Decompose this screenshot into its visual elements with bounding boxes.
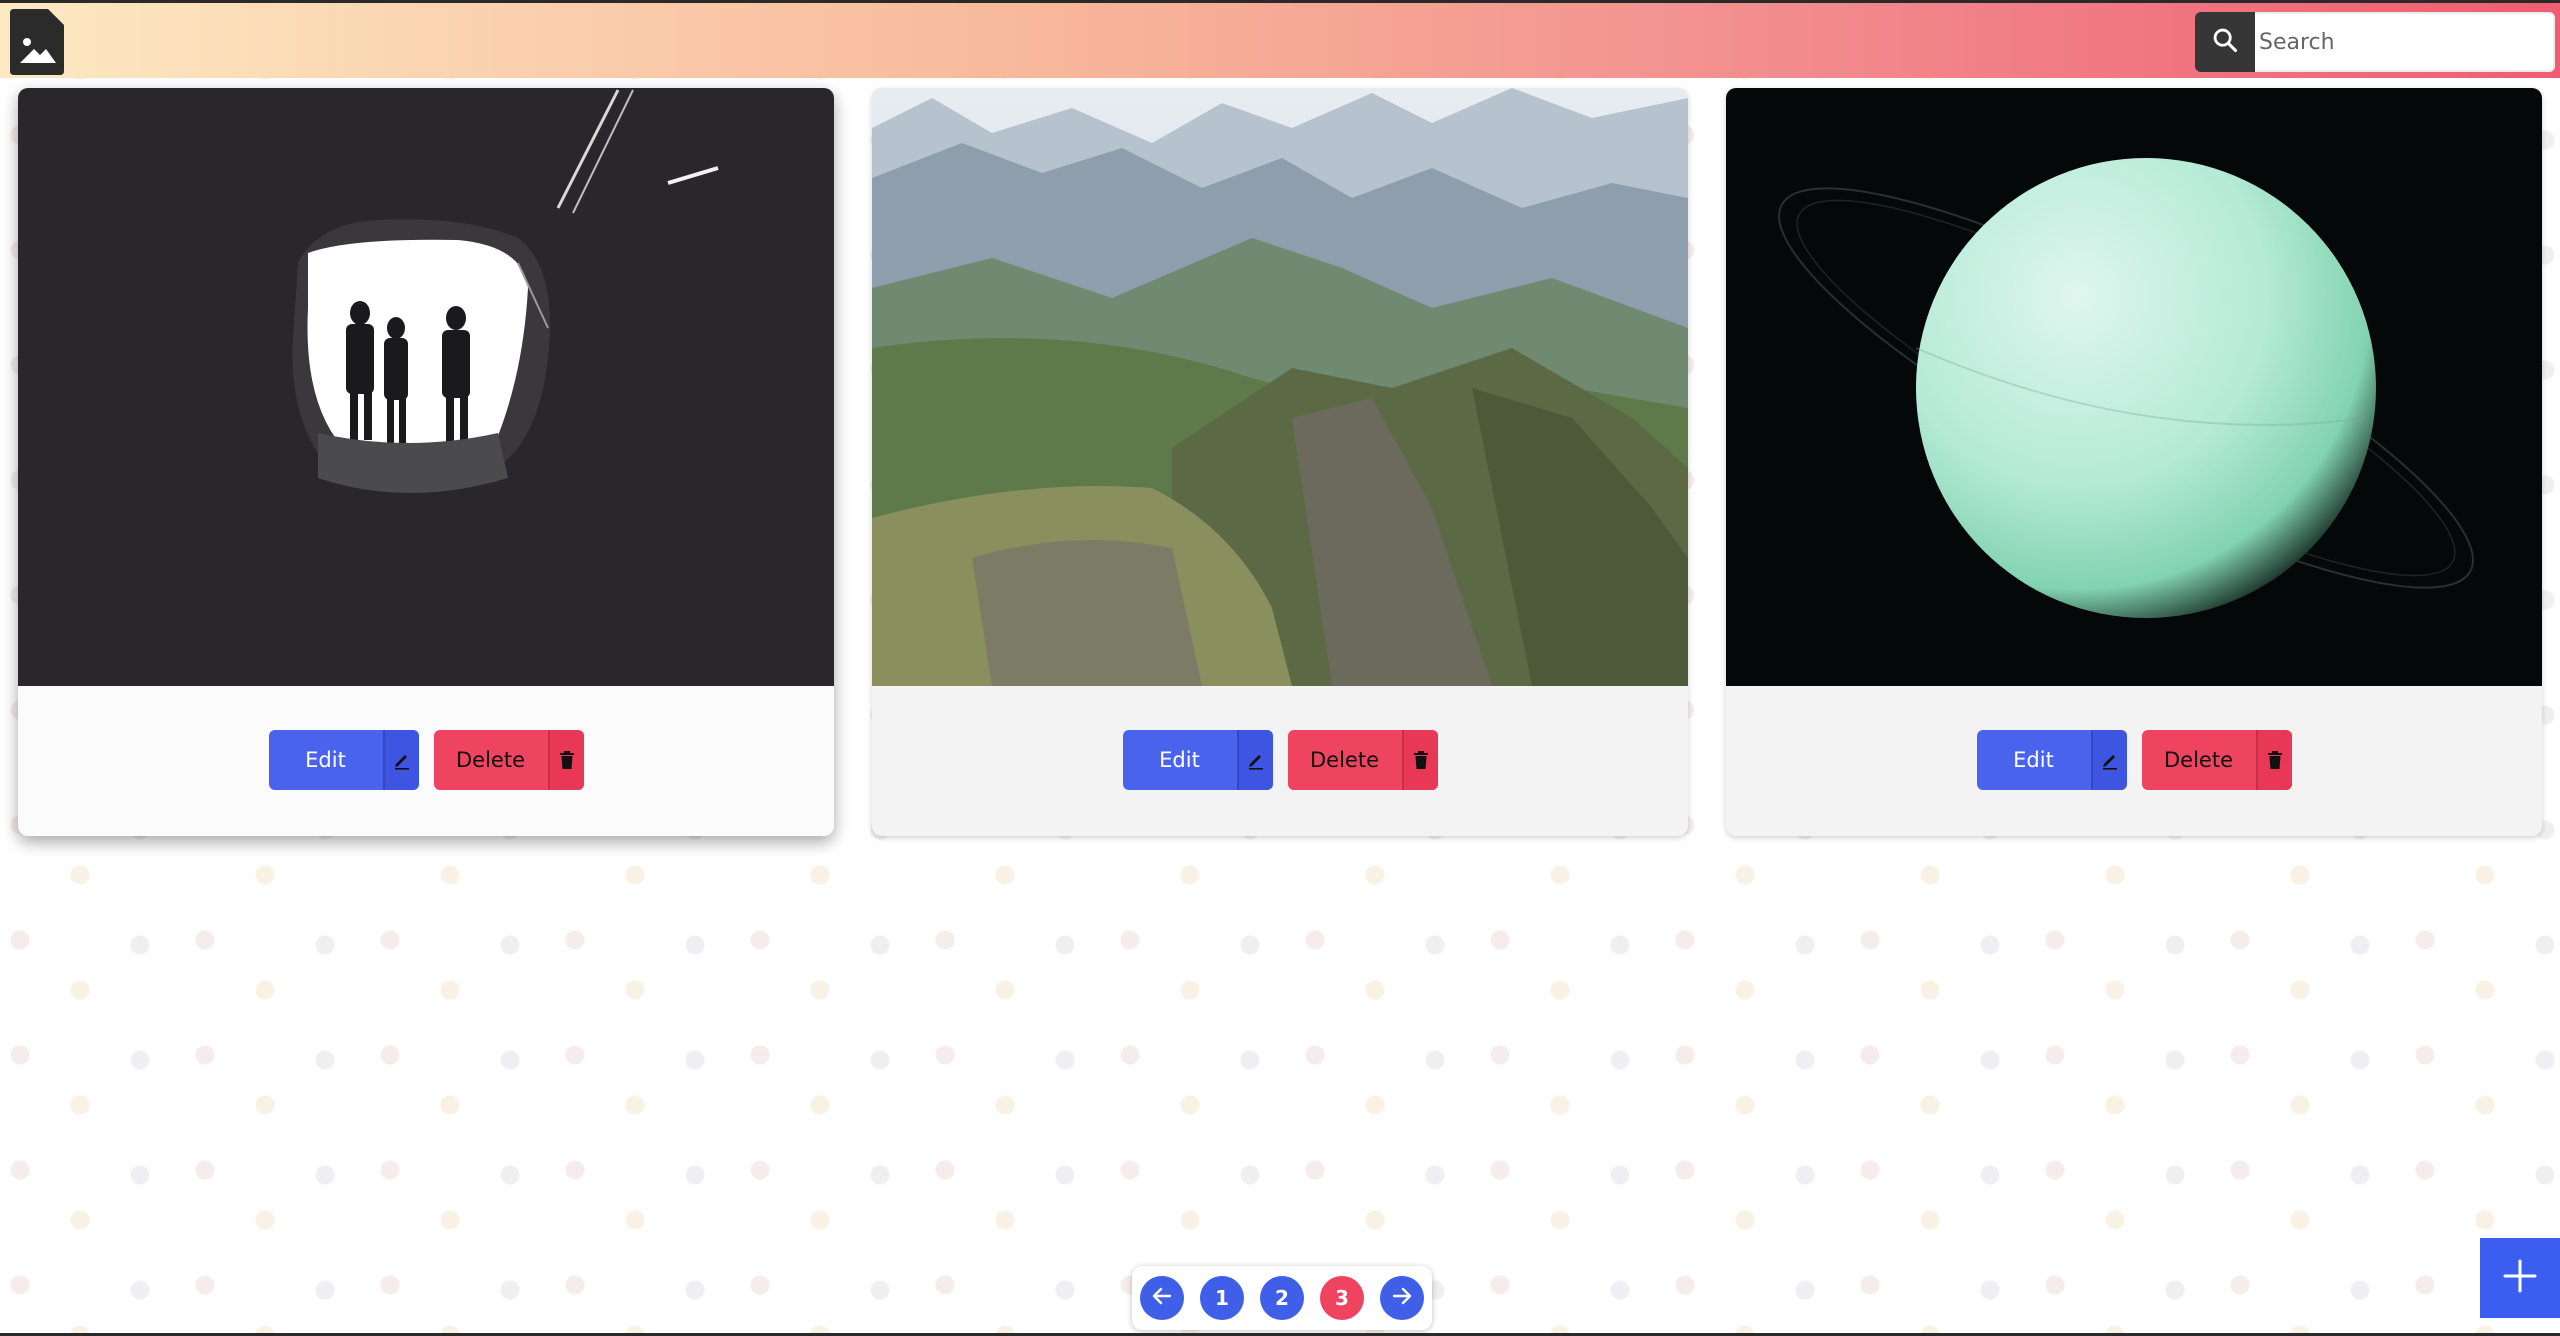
delete-button[interactable]: Delete bbox=[1287, 730, 1438, 790]
delete-button-label: Delete bbox=[1310, 748, 1379, 772]
delete-button[interactable]: Delete bbox=[2141, 730, 2292, 790]
add-image-button[interactable] bbox=[2480, 1238, 2560, 1318]
card-image[interactable] bbox=[1726, 88, 2542, 686]
arrow-left-icon bbox=[1150, 1284, 1174, 1313]
trash-icon bbox=[547, 730, 584, 790]
page-button-2[interactable]: 2 bbox=[1260, 1276, 1304, 1320]
pagination: 1 2 3 bbox=[1132, 1266, 1432, 1330]
image-file-icon[interactable] bbox=[10, 9, 64, 75]
search-bar bbox=[2195, 12, 2555, 72]
top-bar bbox=[0, 0, 2560, 78]
edit-button-label: Edit bbox=[305, 748, 346, 772]
pencil-icon bbox=[382, 730, 419, 790]
trash-icon bbox=[1401, 730, 1438, 790]
trash-icon bbox=[2255, 730, 2292, 790]
delete-button[interactable]: Delete bbox=[433, 730, 584, 790]
delete-button-label: Delete bbox=[2164, 748, 2233, 772]
image-card: Edit Delete bbox=[1726, 88, 2542, 836]
image-card: Edit Delete bbox=[18, 88, 834, 836]
pencil-icon bbox=[1236, 730, 1273, 790]
edit-button-label: Edit bbox=[1159, 748, 1200, 772]
card-actions: Edit Delete bbox=[18, 730, 834, 790]
previous-page-button[interactable] bbox=[1140, 1276, 1184, 1320]
page-button-3-current[interactable]: 3 bbox=[1320, 1276, 1364, 1320]
plus-icon bbox=[2502, 1258, 2538, 1298]
search-icon bbox=[2211, 26, 2239, 58]
edit-button[interactable]: Edit bbox=[268, 730, 419, 790]
search-button[interactable] bbox=[2195, 12, 2255, 72]
pencil-icon bbox=[2090, 730, 2127, 790]
arrow-right-icon bbox=[1390, 1284, 1414, 1313]
card-actions: Edit Delete bbox=[1726, 730, 2542, 790]
delete-button-label: Delete bbox=[456, 748, 525, 772]
page-button-1[interactable]: 1 bbox=[1200, 1276, 1244, 1320]
card-image[interactable] bbox=[872, 88, 1688, 686]
card-image[interactable] bbox=[18, 88, 834, 686]
edit-button[interactable]: Edit bbox=[1976, 730, 2127, 790]
search-input[interactable] bbox=[2255, 12, 2555, 72]
edit-button-label: Edit bbox=[2013, 748, 2054, 772]
edit-button[interactable]: Edit bbox=[1122, 730, 1273, 790]
next-page-button[interactable] bbox=[1380, 1276, 1424, 1320]
image-card: Edit Delete bbox=[872, 88, 1688, 836]
card-actions: Edit Delete bbox=[872, 730, 1688, 790]
